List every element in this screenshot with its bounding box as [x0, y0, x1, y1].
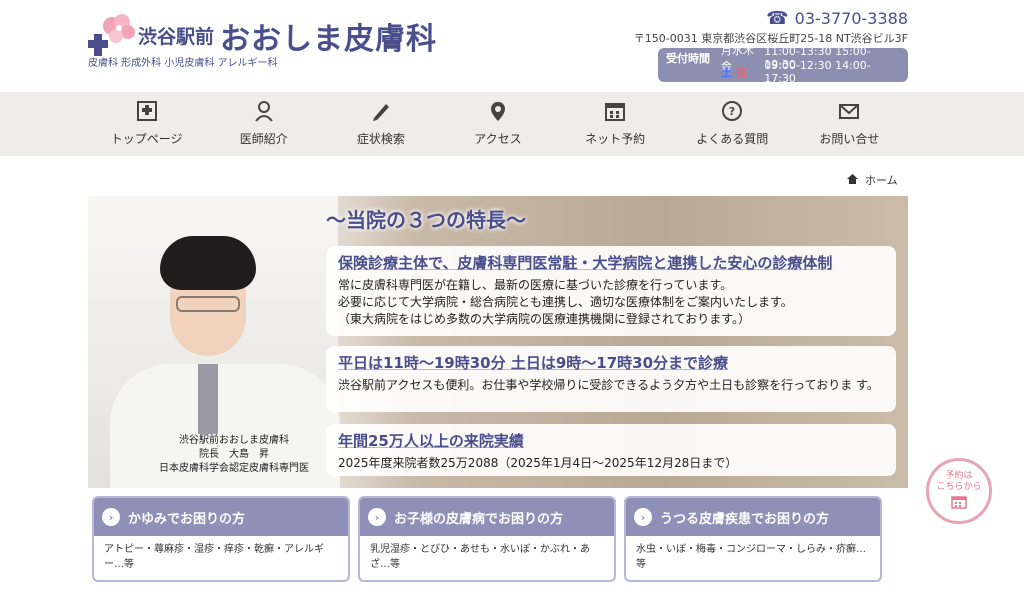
feature-heading: 保険診療主体で、皮膚科専門医常駐・大学病院と連携した安心の診療体制	[338, 254, 833, 272]
category-body: 乳児湿疹・とびひ・あせも・水いぼ・かぶれ・あざ…等	[370, 544, 590, 570]
feature-text: 常に皮膚科専門医が在籍し、最新の医療に基づいた診療を行っています。 必要に応じて…	[338, 278, 793, 326]
clinic-name: おおしま皮膚科	[220, 22, 437, 57]
caption-clinic: 渋谷駅前おおしま皮膚科	[179, 435, 289, 446]
calendar-icon	[557, 100, 674, 124]
weekend-times: 09:00-12:30 14:00-17:30	[764, 59, 871, 85]
chevron-right-icon: ›	[368, 508, 386, 526]
feature-card: 平日は11時〜19時30分 土日は9時〜17時30分まで診療 渋谷駅前アクセスも…	[326, 346, 896, 412]
phone-number[interactable]: ☎ 03-3770-3388	[766, 8, 908, 29]
category-contagious[interactable]: › うつる皮膚疾患でお困りの方 水虫・いぼ・梅毒・コンジローマ・しらみ・疥癬…等	[624, 496, 882, 582]
reservation-button[interactable]: 予約は こちらから	[926, 458, 992, 524]
hours-label: 受付時間	[666, 52, 710, 65]
nav-label: 症状検索	[356, 132, 405, 146]
feature-heading: 平日は11時〜19時30分 土日は9時〜17時30分まで診療	[338, 354, 729, 372]
category-title: かゆみでお困りの方	[128, 511, 246, 527]
nav-label: 医師紹介	[239, 132, 288, 146]
nav-contact[interactable]: お問い合せ	[791, 92, 908, 156]
phone-text: 03-3770-3388	[794, 9, 908, 28]
category-children[interactable]: › お子様の皮膚病でお困りの方 乳児湿疹・とびひ・あせも・水いぼ・かぶれ・あざ……	[358, 496, 616, 582]
nav-label: お問い合せ	[819, 132, 880, 146]
chevron-right-icon: ›	[102, 508, 120, 526]
hospital-icon	[88, 100, 205, 124]
reception-hours: 受付時間 月水木金 11:00-13:30 15:00-19:30 土 日 09…	[658, 44, 908, 85]
doctor-caption: 渋谷駅前おおしま皮膚科 院長 大島 昇 日本皮膚科学会認定皮膚科専門医	[134, 434, 334, 476]
phone-icon: ☎	[766, 8, 789, 29]
home-icon	[846, 173, 859, 188]
feature-card: 保険診療主体で、皮膚科専門医常駐・大学病院と連携した安心の診療体制 常に皮膚科専…	[326, 246, 896, 336]
flower-cross-logo-icon	[88, 14, 135, 56]
nav-label: よくある質問	[696, 132, 769, 146]
breadcrumb-home-link[interactable]: ホーム	[865, 172, 898, 188]
category-body: 水虫・いぼ・梅毒・コンジローマ・しらみ・疥癬…等	[636, 544, 866, 570]
question-icon: ?	[674, 100, 791, 124]
feature-text: 2025年度来院者数25万2088（2025年1月4日〜2025年12月28日ま…	[338, 456, 738, 470]
category-header: › うつる皮膚疾患でお困りの方	[626, 498, 880, 536]
nav-online-reservation[interactable]: ネット予約	[557, 92, 674, 156]
category-body: アトピー・蕁麻疹・湿疹・痒疹・乾癬・アレルギー…等	[104, 544, 324, 570]
nav-doctor[interactable]: 医師紹介	[205, 92, 322, 156]
features-title: 〜当院の３つの特長〜	[326, 208, 526, 232]
category-header: › お子様の皮膚病でお困りの方	[360, 498, 614, 536]
logo-station-text: 渋谷駅前	[138, 26, 215, 48]
site-header: 渋谷駅前 おおしま皮膚科 皮膚科 形成外科 小児皮膚科 アレルギー科 ☎ 03-…	[0, 0, 1024, 92]
main-nav: トップページ 医師紹介 症状検索 アクセス ネット予約 ? よくある質問 お問い…	[0, 92, 1024, 156]
map-pin-icon	[439, 100, 556, 124]
nav-top-page[interactable]: トップページ	[88, 92, 205, 156]
nav-label: トップページ	[110, 132, 183, 146]
reserve-line: こちらから	[936, 482, 982, 492]
nav-label: ネット予約	[585, 132, 646, 146]
mail-icon	[791, 100, 908, 124]
calendar-icon	[929, 495, 989, 513]
feature-heading: 年間25万人以上の来院実績	[338, 432, 524, 450]
caption-credential: 日本皮膚科学会認定皮膚科専門医	[159, 463, 309, 474]
nav-access[interactable]: アクセス	[439, 92, 556, 156]
category-itch[interactable]: › かゆみでお困りの方 アトピー・蕁麻疹・湿疹・痒疹・乾癬・アレルギー…等	[92, 496, 350, 582]
clinic-address: 〒150-0031 東京都渋谷区桜丘町25-18 NT渋谷ビル3F	[633, 32, 908, 45]
sunday-label: 日	[735, 66, 747, 79]
svg-text:?: ?	[729, 105, 735, 118]
doctor-icon	[205, 100, 322, 124]
category-header: › かゆみでお困りの方	[94, 498, 348, 536]
nav-label: アクセス	[474, 132, 522, 146]
feature-text: 渋谷駅前アクセスも便利。お仕事や学校帰りに受診できるよう夕方や土日も診察を行って…	[338, 378, 879, 392]
breadcrumb: ホーム	[846, 172, 898, 188]
nav-faq[interactable]: ? よくある質問	[674, 92, 791, 156]
category-title: お子様の皮膚病でお困りの方	[394, 511, 564, 527]
saturday-label: 土	[721, 66, 732, 79]
caption-director: 院長 大島 昇	[199, 449, 269, 460]
feature-card: 年間25万人以上の来院実績 2025年度来院者数25万2088（2025年1月4…	[326, 424, 896, 476]
nav-symptom-search[interactable]: 症状検索	[322, 92, 439, 156]
category-title: うつる皮膚疾患でお困りの方	[660, 511, 830, 527]
features-hero: 渋谷駅前おおしま皮膚科 院長 大島 昇 日本皮膚科学会認定皮膚科専門医 〜当院の…	[88, 196, 908, 488]
chevron-right-icon: ›	[634, 508, 652, 526]
department-list: 皮膚科 形成外科 小児皮膚科 アレルギー科	[88, 58, 278, 69]
reserve-line: 予約は	[945, 471, 973, 481]
pen-icon	[322, 100, 439, 124]
